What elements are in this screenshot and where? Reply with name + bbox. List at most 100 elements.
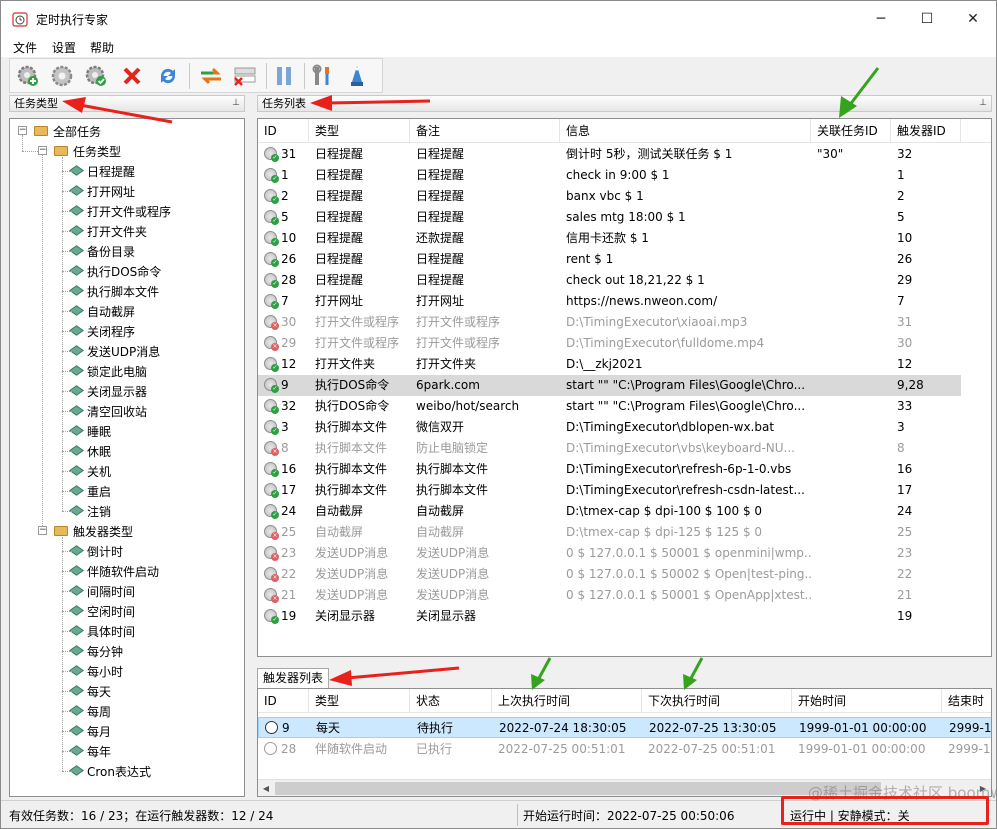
task-list-table[interactable]: ID 类型 备注 信息 关联任务ID 触发器ID ✓ 31 日程提醒 日程提醒 倒计时 … [257, 118, 992, 657]
scroll-thumb[interactable] [275, 782, 881, 795]
tree-item-task-type[interactable]: 休眠 [69, 441, 111, 461]
tree-item-task-type[interactable]: 执行脚本文件 [69, 281, 159, 301]
wizard-icon[interactable] [344, 63, 370, 89]
task-type-tree[interactable]: − 全部任务 − 任务类型 日程提醒 打开网址 打开文件或程序 打开文件夹 备份目录 执行DOS命… [9, 118, 245, 797]
table-row[interactable]: ✓ 24 自动截屏 自动截屏 D:\tmex-cap $ dpi-100 $ 100 $… [258, 501, 961, 522]
table-row[interactable]: × 30 打开文件或程序 打开文件或程序 D:\TimingExecutor\xiaoa… [258, 312, 961, 333]
tree-item-trigger-type[interactable]: 间隔时间 [69, 581, 135, 601]
menu-file[interactable]: 文件 [13, 39, 37, 56]
table-row[interactable]: ✓ 17 执行脚本文件 执行脚本文件 D:\TimingExecutor\refresh… [258, 480, 961, 501]
trigger-column-state[interactable]: 状态 [410, 689, 492, 713]
collapse-toggle-icon[interactable]: − [18, 126, 27, 135]
pin-icon[interactable]: ⊥ [979, 96, 987, 111]
table-row[interactable]: ✓ 26 日程提醒 日程提醒 rent $ 1 26 [258, 249, 961, 270]
table-row[interactable]: ✓ 1 日程提醒 日程提醒 check in 9:00 $ 11 [258, 165, 961, 186]
tree-item-trigger-type[interactable]: Cron表达式 [69, 761, 151, 781]
trigger-column-next-run[interactable]: 下次执行时间 [642, 689, 792, 713]
add-task-icon[interactable] [15, 63, 41, 89]
tree-item-task-type[interactable]: 注销 [69, 501, 111, 521]
table-row[interactable]: ✓ 31 日程提醒 日程提醒 倒计时 5秒，测试关联任务 $ 1 "30" 32 [258, 144, 961, 165]
tree-item-trigger-type[interactable]: 具体时间 [69, 621, 135, 641]
menu-settings[interactable]: 设置 [52, 39, 76, 56]
tree-item-trigger-type[interactable]: 每天 [69, 681, 111, 701]
column-id[interactable]: ID [258, 119, 309, 143]
remove-trigger-icon[interactable] [232, 63, 258, 89]
table-row[interactable]: × 25 自动截屏 自动截屏 D:\tmex-cap $ dpi-125 $ 125 $… [258, 522, 961, 543]
swap-icon[interactable] [198, 63, 224, 89]
gear-icon[interactable] [49, 63, 75, 89]
close-button[interactable]: ✕ [950, 1, 996, 36]
tree-item-trigger-type[interactable]: 每月 [69, 721, 111, 741]
tab-trigger-list[interactable]: 触发器列表 [257, 668, 329, 688]
tree-item-task-type[interactable]: 打开文件或程序 [69, 201, 171, 221]
trigger-column-type[interactable]: 类型 [309, 689, 410, 713]
table-row[interactable]: × 29 打开文件或程序 打开文件或程序 D:\TimingExecutor\fulld… [258, 333, 961, 354]
tree-item-task-type[interactable]: 锁定此电脑 [69, 361, 147, 381]
trigger-row[interactable]: 28 伴随软件启动 已执行 2022-07-25 00:51:01 2022-07-25… [258, 739, 991, 760]
refresh-icon[interactable] [155, 63, 181, 89]
table-row[interactable]: ✓ 5 日程提醒 日程提醒 sales mtg 18:00 $ 15 [258, 207, 961, 228]
tree-item-trigger-type[interactable]: 倒计时 [69, 541, 123, 561]
menu-help[interactable]: 帮助 [90, 39, 114, 56]
table-row[interactable]: ✓ 7 打开网址 打开网址 https://news.nweon.com/7 [258, 291, 961, 312]
gear-check-icon[interactable] [83, 63, 109, 89]
table-row[interactable]: ✓ 19 关闭显示器 关闭显示器 19 [258, 606, 961, 627]
trigger-column-id[interactable]: ID [258, 689, 309, 713]
tree-group-trigger-types[interactable]: 触发器类型 [54, 521, 133, 541]
tree-group-task-types[interactable]: 任务类型 [54, 141, 121, 161]
table-row[interactable]: ✓ 10 日程提醒 还款提醒 信用卡还款 $ 1 10 [258, 228, 961, 249]
tree-item-task-type[interactable]: 打开网址 [69, 181, 135, 201]
table-row[interactable]: ✓ 2 日程提醒 日程提醒 banx vbc $ 12 [258, 186, 961, 207]
pause-icon[interactable] [271, 63, 297, 89]
tree-item-trigger-type[interactable]: 伴随软件启动 [69, 561, 159, 581]
tree-item-task-type[interactable]: 自动截屏 [69, 301, 135, 321]
tree-item-task-type[interactable]: 执行DOS命令 [69, 261, 161, 281]
scroll-left-icon[interactable]: ◀ [259, 782, 273, 795]
collapse-toggle-icon[interactable]: − [38, 526, 47, 535]
table-row[interactable]: ✓ 16 执行脚本文件 执行脚本文件 D:\TimingExecutor\refresh… [258, 459, 961, 480]
trigger-column-last-run[interactable]: 上次执行时间 [492, 689, 642, 713]
cell-info: D:\TimingExecutor\vbs\keyboard-NU... [560, 438, 811, 459]
trigger-row[interactable]: 9 每天 待执行 2022-07-24 18:30:05 2022-07-25 13:3… [258, 717, 991, 738]
table-row[interactable]: ✓ 28 日程提醒 日程提醒 check out 18,21,22 $ 1 29 [258, 270, 961, 291]
delete-icon[interactable] [119, 63, 145, 89]
column-info[interactable]: 信息 [560, 119, 811, 143]
table-row[interactable]: ✓ 9 执行DOS命令 6park.com start "" "C:\Program F… [258, 375, 961, 396]
column-note[interactable]: 备注 [410, 119, 560, 143]
minimize-button[interactable]: ─ [858, 1, 904, 36]
table-row[interactable]: × 21 发送UDP消息 发送UDP消息 0 $ 127.0.0.1 $ 50001 $… [258, 585, 961, 606]
trigger-column-end-time[interactable]: 结束时 [942, 689, 991, 713]
tree-item-trigger-type[interactable]: 每分钟 [69, 641, 123, 661]
collapse-toggle-icon[interactable]: − [38, 146, 47, 155]
trigger-column-start-time[interactable]: 开始时间 [792, 689, 942, 713]
table-row[interactable]: × 23 发送UDP消息 发送UDP消息 0 $ 127.0.0.1 $ 50001 $… [258, 543, 961, 564]
tree-item-task-type[interactable]: 日程提醒 [69, 161, 135, 181]
pin-icon[interactable]: ⊥ [232, 96, 240, 111]
tree-item-trigger-type[interactable]: 每小时 [69, 661, 123, 681]
tree-item-trigger-type[interactable]: 空闲时间 [69, 601, 135, 621]
table-row[interactable]: × 22 发送UDP消息 发送UDP消息 0 $ 127.0.0.1 $ 50002 $… [258, 564, 961, 585]
maximize-button[interactable]: ☐ [904, 1, 950, 36]
table-row[interactable]: ✓ 32 执行DOS命令 weibo/hot/search start "" "C:\P… [258, 396, 961, 417]
tree-item-task-type[interactable]: 关闭程序 [69, 321, 135, 341]
tree-item-task-type[interactable]: 备份目录 [69, 241, 136, 261]
tree-item-task-type[interactable]: 发送UDP消息 [69, 341, 160, 361]
tree-item-trigger-type[interactable]: 每周 [69, 701, 111, 721]
tree-item-task-type[interactable]: 清空回收站 [69, 401, 147, 421]
table-row[interactable]: × 8 执行脚本文件 防止电脑锁定 D:\TimingExecutor\vbs\keyb… [258, 438, 961, 459]
tree-item-task-type[interactable]: 睡眠 [69, 421, 111, 441]
tree-item-task-type[interactable]: 打开文件夹 [69, 221, 147, 241]
table-row[interactable]: ✓ 12 打开文件夹 打开文件夹 D:\__zkj2021 12 [258, 354, 961, 375]
column-type[interactable]: 类型 [309, 119, 410, 143]
tree-item-task-type-label: 备份目录 [87, 244, 136, 259]
tree-item-task-type[interactable]: 关机 [69, 461, 111, 481]
trigger-list-table[interactable]: ID 类型 状态 上次执行时间 下次执行时间 开始时间 结束时 ◀ ▶ 9 每天待… [257, 688, 992, 797]
cell-trig: 12 [891, 354, 961, 375]
tree-item-task-type[interactable]: 关闭显示器 [69, 381, 147, 401]
column-related-task-id[interactable]: 关联任务ID [811, 119, 891, 143]
tree-item-trigger-type[interactable]: 每年 [69, 741, 111, 761]
column-trigger-id[interactable]: 触发器ID [891, 119, 961, 143]
tree-item-task-type[interactable]: 重启 [69, 481, 111, 501]
table-row[interactable]: ✓ 3 执行脚本文件 微信双开 D:\TimingExecutor\dblopen-wx… [258, 417, 961, 438]
tools-icon[interactable] [310, 63, 336, 89]
